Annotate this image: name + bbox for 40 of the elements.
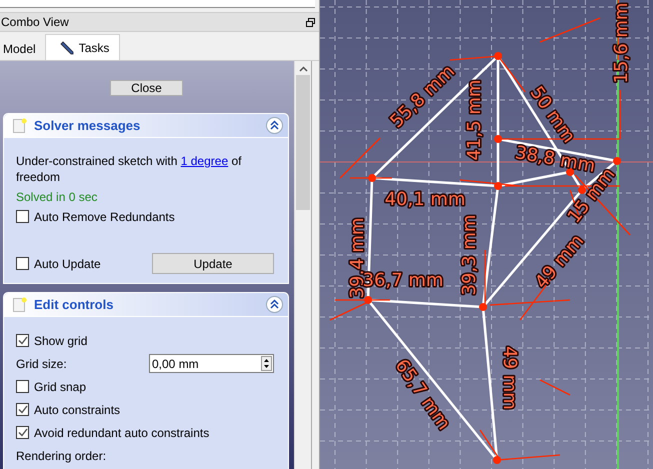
panel-title: Combo View (1, 15, 69, 29)
collapse-icon[interactable] (266, 296, 283, 313)
dimension-label: 41,5 mm (464, 80, 485, 160)
scrollbar-thumb[interactable] (296, 75, 310, 210)
checkbox[interactable] (16, 334, 29, 347)
grid-size-field[interactable]: 0,00 mm (149, 354, 274, 373)
dimension-label: 40,1 mm (384, 188, 466, 210)
dimension-label: 49 mm (531, 230, 588, 293)
checkbox[interactable] (16, 257, 29, 270)
panel-title: Edit controls (34, 297, 114, 312)
note-icon (13, 118, 27, 133)
degree-link[interactable]: 1 degree (180, 154, 228, 168)
spin-arrows-icon[interactable] (261, 356, 272, 371)
solver-message: Under-constrained sketch with 1 degree of freedom (16, 153, 242, 185)
checkbox-label: Grid snap (34, 380, 86, 394)
update-button[interactable]: Update (152, 253, 274, 274)
tab[interactable]: Tasks (44, 34, 120, 60)
field-label: Grid size: (16, 356, 67, 370)
checkbox[interactable] (16, 426, 29, 439)
float-icon[interactable] (306, 18, 315, 26)
close-button[interactable]: Close (110, 80, 183, 96)
solver-status: Solved in 0 sec (16, 189, 98, 205)
checkbox[interactable] (16, 380, 29, 393)
checkbox-label: Auto Remove Redundants (34, 210, 175, 224)
checkbox[interactable] (16, 210, 29, 223)
dimension-label: 50 mm (526, 82, 580, 147)
dimension-label: 49 mm (499, 346, 520, 410)
collapse-icon[interactable] (266, 117, 283, 134)
checkbox-label: Auto constraints (34, 402, 120, 416)
scrollbar[interactable] (294, 61, 311, 469)
panel-title: Solver messages (34, 118, 142, 133)
checkbox[interactable] (16, 403, 29, 416)
note-icon (13, 297, 27, 312)
field-label: Rendering order: (16, 448, 106, 462)
checkbox-label: Show grid (34, 334, 88, 348)
checkbox-label: Auto Update (34, 256, 101, 270)
checkbox-label: Avoid redundant auto constraints (34, 426, 210, 440)
dimension-label: 15,6 mm (610, 2, 632, 84)
scroll-up-icon[interactable] (298, 66, 308, 72)
dimension-label: 39,3 mm (458, 214, 480, 296)
